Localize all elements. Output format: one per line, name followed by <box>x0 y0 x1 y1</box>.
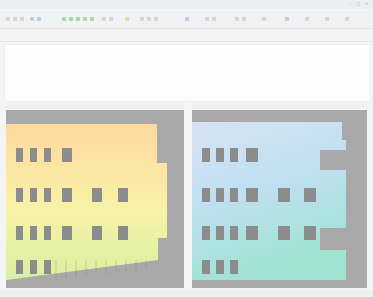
app-window: – □ × <box>0 0 373 297</box>
minimize-icon[interactable]: – <box>347 1 354 7</box>
toolbar-button-22[interactable] <box>262 17 266 21</box>
toolbar-button-18[interactable] <box>205 17 209 21</box>
toolbar-button-15[interactable] <box>147 17 151 21</box>
toolbar-button-26[interactable] <box>345 17 349 21</box>
toolbar-button-3[interactable] <box>20 17 24 21</box>
toolbar-button-9[interactable] <box>83 17 87 21</box>
toolbar-button-14[interactable] <box>140 17 144 21</box>
toolbar-button-11[interactable] <box>102 17 106 21</box>
toolbar-button-1[interactable] <box>6 17 10 21</box>
toolbar-button-17[interactable] <box>185 17 189 21</box>
toolbar-button-25[interactable] <box>325 17 329 21</box>
status-bar <box>0 290 373 297</box>
toolbar <box>0 10 373 29</box>
left-3d-viewport[interactable] <box>6 110 184 288</box>
console-panel <box>4 44 371 102</box>
toolbar-button-8[interactable] <box>76 17 80 21</box>
toolbar-button-23[interactable] <box>285 17 289 21</box>
left-panel-header <box>6 103 184 109</box>
toolbar-button-4[interactable] <box>30 17 34 21</box>
toolbar-button-21[interactable] <box>242 17 246 21</box>
toolbar-button-5[interactable] <box>37 17 41 21</box>
right-3d-viewport[interactable] <box>192 110 367 288</box>
toolbar-button-6[interactable] <box>62 17 66 21</box>
toolbar-button-12[interactable] <box>109 17 113 21</box>
toolbar-button-13[interactable] <box>125 17 129 21</box>
title-bar: – □ × <box>0 0 373 9</box>
toolbar-button-19[interactable] <box>212 17 216 21</box>
right-panel-header <box>192 103 367 109</box>
toolbar-button-2[interactable] <box>13 17 17 21</box>
facade-point-cloud-colored <box>192 122 346 280</box>
toolbar-button-10[interactable] <box>90 17 94 21</box>
maximize-icon[interactable]: □ <box>355 1 362 7</box>
toolbar-button-16[interactable] <box>154 17 158 21</box>
close-icon[interactable]: × <box>363 1 370 7</box>
toolbar-button-24[interactable] <box>305 17 309 21</box>
toolbar-button-7[interactable] <box>69 17 73 21</box>
tab-strip <box>0 31 373 42</box>
toolbar-button-20[interactable] <box>235 17 239 21</box>
